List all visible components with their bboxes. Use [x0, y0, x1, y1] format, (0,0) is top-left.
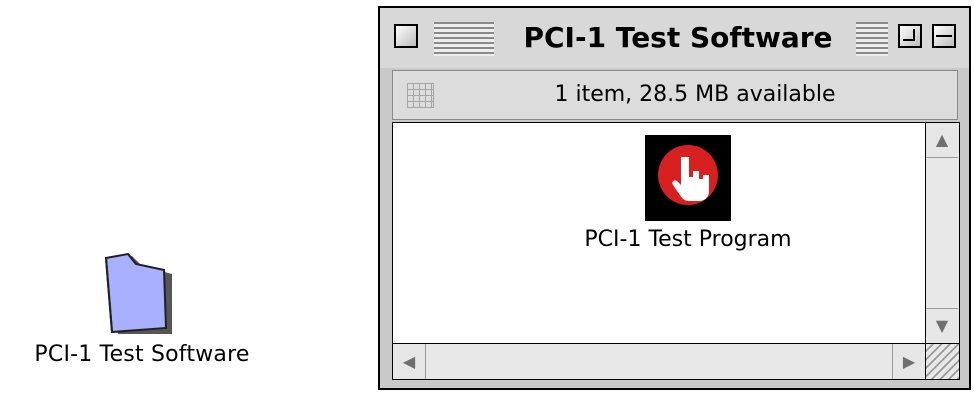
info-bar: 1 item, 28.5 MB available	[392, 70, 958, 120]
title-bar[interactable]: PCI-1 Test Software	[380, 8, 969, 68]
title-stripes-right	[856, 22, 888, 56]
vertical-scrollbar[interactable]: ▲ ▼	[926, 122, 960, 344]
folder-icon	[104, 252, 172, 334]
horizontal-scrollbar[interactable]: ◀ ▶	[392, 344, 926, 380]
red-hand-pointer-icon[interactable]	[645, 135, 731, 221]
desktop-folder[interactable]: PCI-1 Test Software	[6, 250, 278, 374]
scroll-down-icon[interactable]: ▼	[926, 308, 958, 343]
scroll-right-icon[interactable]: ▶	[892, 344, 925, 379]
program-label: PCI-1 Test Program	[584, 227, 792, 252]
desktop-folder-label: PCI-1 Test Software	[34, 342, 250, 367]
title-stripes-left	[434, 22, 494, 56]
close-box[interactable]	[394, 24, 418, 48]
collapse-box[interactable]	[932, 24, 956, 48]
view-grid-icon	[407, 83, 434, 108]
resize-handle[interactable]	[926, 344, 960, 380]
finder-window[interactable]: PCI-1 Test Software 1 item, 28.5 MB avai…	[378, 6, 971, 390]
window-title: PCI-1 Test Software	[506, 18, 850, 58]
zoom-box[interactable]	[898, 24, 922, 48]
status-text: 1 item, 28.5 MB available	[554, 82, 836, 107]
window-content: PCI-1 Test Program	[392, 122, 926, 344]
scroll-left-icon[interactable]: ◀	[393, 344, 426, 379]
scroll-up-icon[interactable]: ▲	[926, 123, 958, 158]
